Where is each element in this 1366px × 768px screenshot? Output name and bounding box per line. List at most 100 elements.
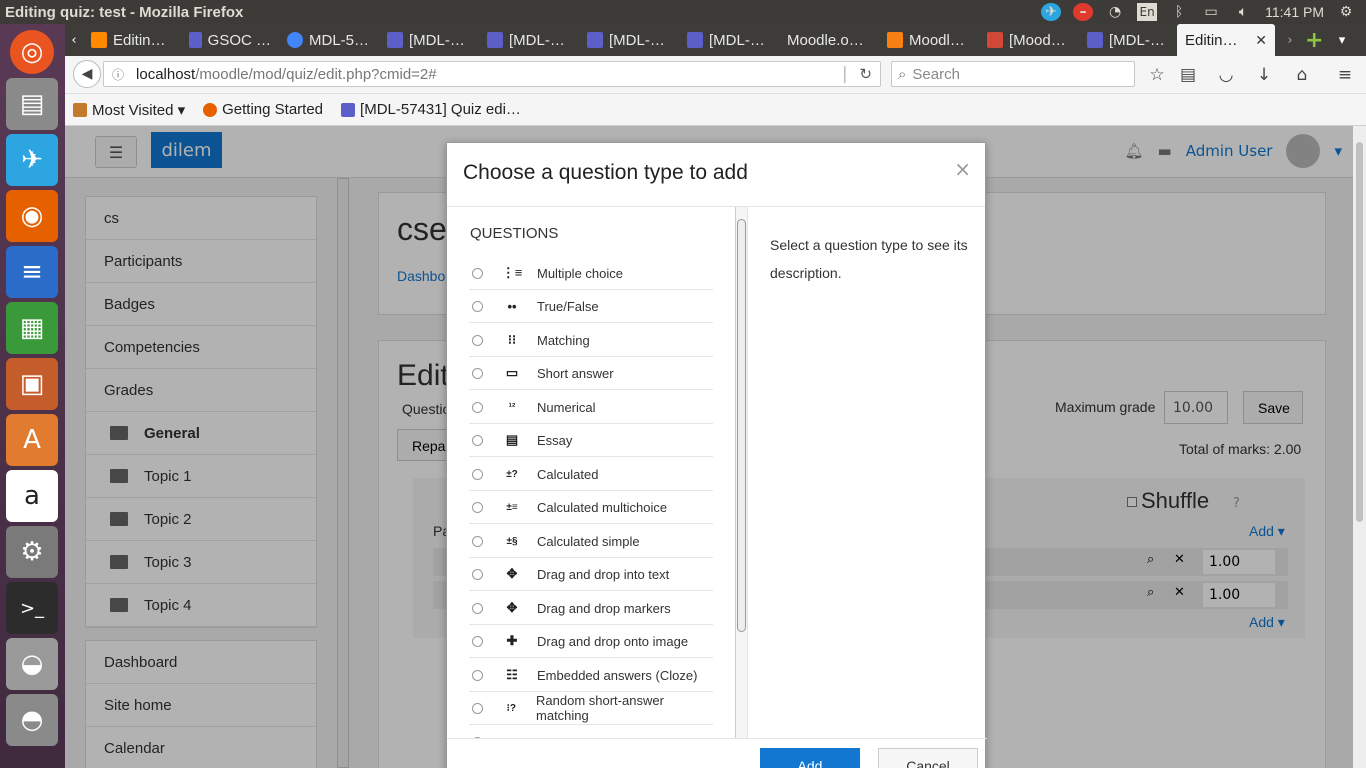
tab-close-icon[interactable]: ✕ (1255, 32, 1267, 49)
settings-gear-icon[interactable]: ⚙ (1336, 3, 1356, 21)
file-manager-icon[interactable]: ▤ (6, 78, 58, 130)
option-calculated[interactable]: ±? Calculated (469, 458, 713, 491)
radio-button[interactable] (472, 300, 483, 312)
bookmark-getting-started[interactable]: Getting Started (203, 101, 323, 118)
page-scrollbar-thumb[interactable] (1356, 142, 1363, 522)
radio-button[interactable] (472, 401, 483, 413)
radio-button[interactable] (472, 669, 483, 681)
battery-icon[interactable]: ▭ (1201, 3, 1221, 21)
browser-tab[interactable]: Moodle.o… (779, 24, 879, 56)
radio-button[interactable] (472, 434, 483, 446)
option-cloze[interactable]: ☷ Embedded answers (Cloze) (469, 659, 713, 692)
ubuntu-dash-icon[interactable]: ◎ (10, 30, 54, 74)
add-button[interactable]: Add (760, 748, 860, 768)
bookmark-label: [MDL-57431] Quiz edi… (360, 101, 521, 118)
radio-button[interactable] (472, 535, 483, 547)
pocket-icon[interactable]: ◡ (1216, 65, 1236, 85)
back-button[interactable]: ◀ (73, 60, 101, 88)
radio-button[interactable] (472, 501, 483, 513)
option-essay[interactable]: ▤ Essay (469, 424, 713, 457)
bluetooth-icon[interactable]: ᛒ (1169, 3, 1189, 21)
option-calculated-multichoice[interactable]: ±≡ Calculated multichoice (469, 491, 713, 524)
option-drag-drop-markers[interactable]: ✥ Drag and drop markers (469, 592, 713, 625)
reading-list-icon[interactable]: ▤ (1178, 65, 1198, 85)
browser-tab[interactable]: [MDL-… (679, 24, 779, 56)
tab-scroll-left-icon[interactable]: ‹ (65, 33, 83, 48)
option-short-answer[interactable]: ▭ Short answer (469, 357, 713, 390)
browser-tab[interactable]: [Mood… (979, 24, 1079, 56)
question-type-description-panel: Select a question type to see its descri… (747, 207, 987, 738)
dropdown-arrow-icon[interactable]: │ (841, 66, 850, 82)
radio-button[interactable] (472, 702, 483, 714)
tab-list-icon[interactable]: ▾ (1329, 33, 1355, 48)
close-icon[interactable]: × (954, 157, 971, 181)
folder-icon (73, 102, 87, 117)
home-icon[interactable]: ⌂ (1292, 65, 1312, 85)
telegram-launcher-icon[interactable]: ✈ (6, 134, 58, 186)
keyboard-layout-indicator[interactable]: En (1137, 3, 1158, 21)
question-list-scrollbar-thumb[interactable] (737, 219, 746, 632)
hamburger-menu-icon[interactable]: ≡ (1335, 65, 1355, 85)
option-numerical[interactable]: ¹² Numerical (469, 391, 713, 424)
terminal-launcher-icon[interactable]: >_ (6, 582, 58, 634)
browser-tab[interactable]: MDL-5… (279, 24, 379, 56)
option-calculated-simple[interactable]: ±§ Calculated simple (469, 525, 713, 558)
radio-button[interactable] (472, 334, 483, 346)
browser-nav-bar: ◀ ⓘ localhost/moodle/mod/quiz/edit.php?c… (65, 56, 1366, 94)
tab-scroll-right-icon[interactable]: › (1275, 33, 1305, 48)
browser-tab[interactable]: [MDL-… (1079, 24, 1177, 56)
radio-button[interactable] (472, 602, 483, 614)
info-icon[interactable]: ⓘ (112, 66, 124, 83)
download-icon[interactable]: ↓ (1254, 65, 1274, 85)
amazon-launcher-icon[interactable]: a (6, 470, 58, 522)
bookmark-star-icon[interactable]: ☆ (1147, 65, 1167, 85)
impress-launcher-icon[interactable]: ▣ (6, 358, 58, 410)
option-random-short-answer-matching[interactable]: ⁝? Random short-answer matching (469, 692, 713, 725)
cancel-button[interactable]: Cancel (878, 748, 978, 768)
software-center-icon[interactable]: A (6, 414, 58, 466)
option-drag-drop-text[interactable]: ✥ Drag and drop into text (469, 558, 713, 591)
browser-tab-active[interactable]: Editin… ✕ (1177, 24, 1275, 56)
question-list-scrollbar[interactable] (735, 207, 747, 738)
telegram-indicator-icon[interactable]: ✈ (1041, 3, 1062, 21)
option-label: Calculated (537, 466, 599, 482)
browser-tab[interactable]: Moodl… (879, 24, 979, 56)
browser-tab[interactable]: [MDL-… (579, 24, 679, 56)
browser-tab[interactable]: GSOC … (181, 24, 279, 56)
option-matching[interactable]: ⁝⁝ Matching (469, 324, 713, 357)
option-multiple-choice[interactable]: ⋮≡ Multiple choice (469, 257, 713, 290)
radio-button[interactable] (472, 468, 483, 480)
radio-button[interactable] (472, 367, 483, 379)
list-icon: ⋮≡ (501, 265, 523, 280)
bookmark-mdl[interactable]: [MDL-57431] Quiz edi… (341, 101, 521, 118)
firefox-launcher-icon[interactable]: ◉ (6, 190, 58, 242)
writer-launcher-icon[interactable]: ≡ (6, 246, 58, 298)
search-bar[interactable]: ⌕ Search (891, 61, 1135, 87)
no-entry-indicator-icon[interactable]: – (1073, 3, 1094, 21)
volume-icon[interactable]: 🔈︎ (1233, 3, 1253, 21)
trash-launcher-icon[interactable]: ◓ (6, 694, 58, 746)
option-drag-drop-image[interactable]: ✚ Drag and drop onto image (469, 625, 713, 658)
clock[interactable]: 11:41 PM (1265, 4, 1324, 20)
browser-tab[interactable]: Editin… (83, 24, 181, 56)
calc-launcher-icon[interactable]: ▦ (6, 302, 58, 354)
option-partially-hidden[interactable] (469, 726, 713, 738)
browser-tab[interactable]: [MDL-… (479, 24, 579, 56)
new-tab-icon[interactable]: + (1305, 28, 1329, 53)
system-settings-icon[interactable]: ⚙ (6, 526, 58, 578)
url-bar[interactable]: ⓘ localhost/moodle/mod/quiz/edit.php?cmi… (103, 61, 881, 87)
browser-tab[interactable]: [MDL-… (379, 24, 479, 56)
textbox-icon: ▭ (505, 365, 519, 380)
tab-favicon-icon (487, 32, 503, 48)
bookmark-most-visited[interactable]: Most Visited ▾ (73, 101, 185, 119)
wifi-icon[interactable]: ◔ (1105, 3, 1125, 21)
disk-launcher-icon[interactable]: ◒ (6, 638, 58, 690)
calculated-icon: ±? (506, 468, 518, 480)
radio-button[interactable] (472, 635, 483, 647)
firefox-icon (203, 102, 218, 117)
option-true-false[interactable]: •• True/False (469, 290, 713, 323)
radio-button[interactable] (472, 267, 483, 279)
page-scrollbar[interactable] (1353, 126, 1366, 768)
radio-button[interactable] (472, 568, 483, 580)
reload-icon[interactable]: ↻ (859, 65, 872, 83)
